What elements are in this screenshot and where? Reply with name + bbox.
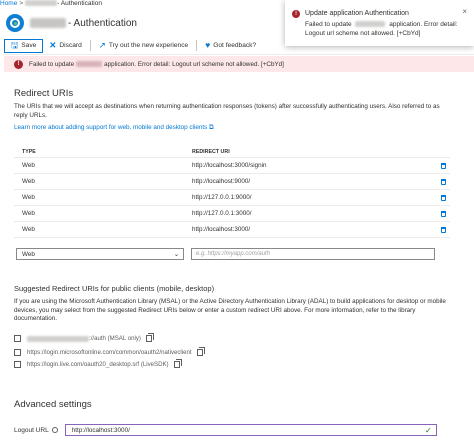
new-redirect-row: Web ⌄ e.g. https://myapp.com/auth bbox=[16, 248, 452, 260]
toolbar-divider bbox=[196, 40, 198, 51]
checkbox[interactable] bbox=[14, 349, 21, 356]
logout-url-label: Logout URL bbox=[14, 426, 49, 434]
redirect-uri-table: TYPE REDIRECT URI Web http://localhost:3… bbox=[14, 146, 450, 238]
delete-icon[interactable] bbox=[440, 210, 446, 217]
logout-url-row: Logout URL http://localhost:3000/ ✓ bbox=[14, 424, 437, 436]
feedback-button[interactable]: ♥ Got feedback? bbox=[199, 39, 262, 53]
suggested-uri-text: ://auth (MSAL only) bbox=[89, 335, 141, 342]
try-new-experience-button[interactable]: ↗ Try out the new experience bbox=[93, 39, 194, 53]
row-uri: http://127.0.0.1:9000/ bbox=[192, 194, 252, 201]
redacted-app-name bbox=[76, 61, 103, 67]
close-icon: ✕ bbox=[49, 40, 57, 51]
suggested-uris-description: If you are using the Microsoft Authentic… bbox=[14, 298, 446, 322]
error-icon: ! bbox=[14, 59, 23, 69]
row-uri: http://localhost:9000/ bbox=[192, 178, 251, 185]
redirect-uris-description: The URIs that we will accept as destinat… bbox=[14, 103, 440, 119]
row-uri: http://localhost:3000/signin bbox=[192, 162, 267, 169]
error-notification: ! Update application Authentication × Fa… bbox=[285, 0, 474, 46]
rocket-icon: ↗ bbox=[98, 40, 106, 51]
redacted-app-title bbox=[30, 18, 66, 28]
row-type: Web bbox=[22, 194, 35, 201]
notification-body: Failed to update application. Error deta… bbox=[305, 20, 465, 38]
table-header: TYPE REDIRECT URI bbox=[14, 146, 450, 158]
breadcrumb-home[interactable]: Home bbox=[0, 0, 17, 7]
copy-icon[interactable] bbox=[145, 333, 154, 342]
info-icon[interactable] bbox=[51, 427, 58, 433]
logout-url-input[interactable]: http://localhost:3000/ ✓ bbox=[64, 424, 437, 436]
table-row: Web http://localhost:9000/ bbox=[14, 174, 450, 190]
error-banner: ! Failed to update application. Error det… bbox=[4, 56, 474, 72]
advanced-settings-heading: Advanced settings bbox=[14, 399, 92, 410]
app-registration-icon bbox=[6, 14, 24, 32]
table-row: Web http://127.0.0.1:9000/ bbox=[14, 190, 450, 206]
delete-icon[interactable] bbox=[440, 162, 446, 169]
delete-icon[interactable] bbox=[440, 194, 446, 201]
row-type: Web bbox=[22, 226, 35, 233]
suggested-uri-item: ://auth (MSAL only) bbox=[14, 333, 154, 342]
redacted-app-name bbox=[25, 0, 58, 7]
new-redirect-uri-input[interactable]: e.g. https://myapp.com/auth bbox=[191, 248, 435, 260]
save-label: Save bbox=[21, 42, 37, 49]
page-header: - Authentication bbox=[4, 11, 274, 35]
discard-label: Discard bbox=[59, 42, 82, 49]
suggested-uris-heading: Suggested Redirect URIs for public clien… bbox=[14, 284, 215, 293]
table-row: Web http://localhost:3000/ bbox=[14, 222, 450, 238]
checkmark-icon: ✓ bbox=[425, 425, 432, 435]
error-text-suffix: application. Error detail: Logout url sc… bbox=[104, 60, 284, 68]
row-type: Web bbox=[22, 162, 35, 169]
checkbox[interactable] bbox=[14, 361, 21, 368]
row-uri: http://127.0.0.1:3000/ bbox=[192, 210, 252, 217]
breadcrumb-separator: > bbox=[19, 0, 24, 7]
external-link-icon: ⧉ bbox=[208, 124, 214, 131]
type-dropdown[interactable]: Web ⌄ bbox=[16, 248, 184, 260]
suggested-uri-text: https://login.microsoftonline.com/common… bbox=[27, 349, 192, 356]
copy-icon[interactable] bbox=[173, 359, 182, 368]
row-type: Web bbox=[22, 210, 35, 217]
logout-url-value: http://localhost:3000/ bbox=[71, 426, 130, 434]
discard-button[interactable]: ✕ Discard bbox=[43, 39, 87, 53]
table-row: Web http://localhost:3000/signin bbox=[14, 158, 450, 174]
try-label: Try out the new experience bbox=[108, 42, 189, 49]
feedback-label: Got feedback? bbox=[213, 42, 257, 49]
row-uri: http://localhost:3000/ bbox=[192, 226, 251, 233]
suggested-uri-text: https://login.live.com/oauth20_desktop.s… bbox=[27, 361, 169, 368]
notification-body-prefix: Failed to update bbox=[305, 21, 352, 28]
save-button[interactable]: 🖫 Save bbox=[4, 38, 44, 53]
suggested-uri-item: https://login.live.com/oauth20_desktop.s… bbox=[14, 359, 182, 368]
error-text-prefix: Failed to update bbox=[29, 60, 75, 68]
breadcrumb: Home > - Authentication bbox=[0, 0, 102, 9]
save-icon: 🖫 bbox=[11, 40, 19, 51]
table-row: Web http://127.0.0.1:3000/ bbox=[14, 206, 450, 222]
heart-icon: ♥ bbox=[205, 40, 211, 51]
column-header-type: TYPE bbox=[22, 148, 36, 155]
learn-more-row: Learn more about adding support for web,… bbox=[14, 124, 454, 133]
delete-icon[interactable] bbox=[440, 178, 446, 185]
toolbar-divider bbox=[89, 40, 91, 51]
breadcrumb-current: - Authentication bbox=[57, 0, 102, 7]
redirect-uris-heading: Redirect URIs bbox=[14, 88, 74, 99]
checkbox[interactable] bbox=[14, 335, 21, 342]
type-dropdown-value: Web bbox=[22, 250, 35, 258]
column-header-uri: REDIRECT URI bbox=[192, 148, 230, 155]
notification-title: Update application Authentication bbox=[305, 10, 409, 17]
suggested-uri-item: https://login.microsoftonline.com/common… bbox=[14, 347, 205, 356]
redacted-app-name bbox=[355, 21, 386, 28]
redacted-uri-scheme bbox=[27, 335, 89, 342]
close-icon[interactable]: × bbox=[462, 7, 467, 16]
learn-more-link[interactable]: Learn more about adding support for web,… bbox=[14, 124, 207, 131]
row-type: Web bbox=[22, 178, 35, 185]
error-icon: ! bbox=[292, 10, 300, 18]
chevron-down-icon: ⌄ bbox=[173, 250, 179, 258]
delete-icon[interactable] bbox=[440, 226, 446, 233]
page-title: - Authentication bbox=[68, 17, 137, 29]
copy-icon[interactable] bbox=[196, 347, 205, 356]
